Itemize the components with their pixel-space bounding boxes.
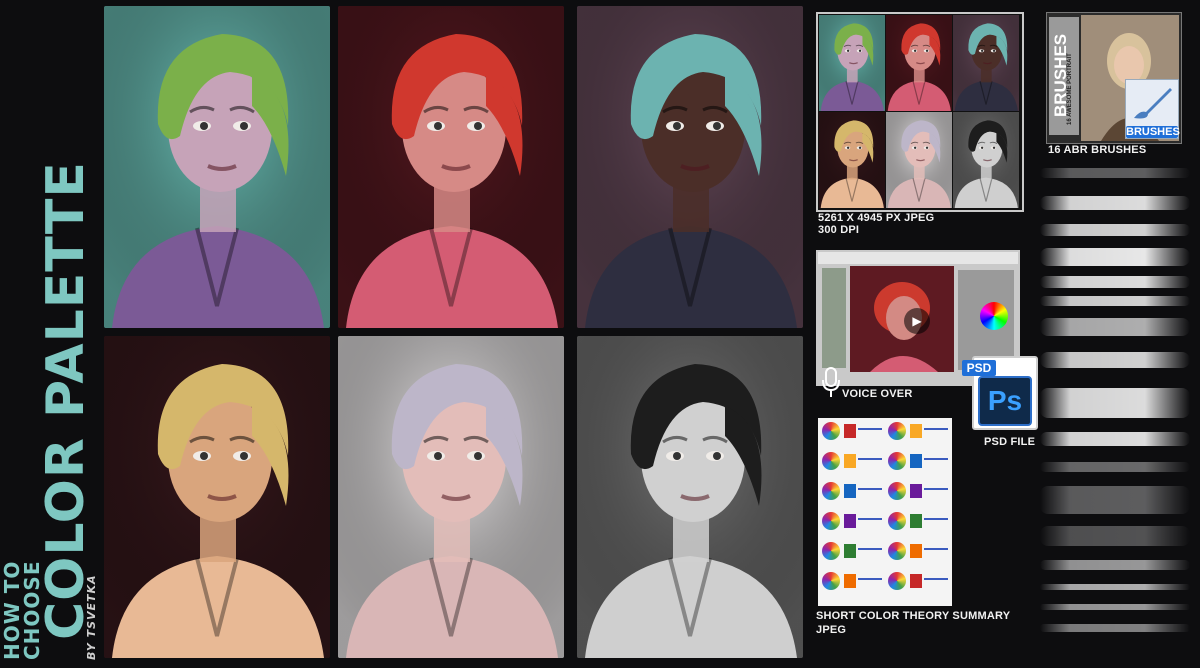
thumbnail-bw-hair xyxy=(953,112,1019,208)
portrait-green-hair xyxy=(104,6,330,328)
summary-caption-2: JPEG xyxy=(816,624,847,636)
thumbnail-red-hair xyxy=(886,15,952,111)
brushes-tag: BRUSHES xyxy=(1126,126,1180,138)
thumbnail-silver-hair xyxy=(886,112,952,208)
summary-note-line xyxy=(924,488,948,490)
brush-stroke-sample xyxy=(1040,224,1190,236)
portrait-bw-hair xyxy=(577,336,803,658)
summary-note-line xyxy=(858,488,882,490)
summary-note-line xyxy=(924,548,948,550)
color-swatch xyxy=(910,484,922,498)
summary-note-line xyxy=(858,578,882,580)
brush-stroke-sample xyxy=(1040,276,1190,288)
color-swatch xyxy=(844,454,856,468)
thumbnail-caption-2: 300 DPI xyxy=(818,224,860,236)
summary-note-line xyxy=(924,578,948,580)
color-swatch xyxy=(844,424,856,438)
brush-stroke-sample xyxy=(1040,318,1190,336)
thumbnail-grid-preview xyxy=(816,12,1024,212)
color-swatch xyxy=(844,574,856,588)
brush-stroke-sample xyxy=(1040,168,1190,178)
title-how-to: HOW TO xyxy=(0,560,24,660)
brush-stroke-sample xyxy=(1040,486,1190,514)
psd-tag: PSD xyxy=(962,360,996,376)
brush-stroke-sample xyxy=(1040,584,1190,590)
brush-stroke-sample xyxy=(1040,388,1190,418)
color-swatch xyxy=(844,544,856,558)
portrait-blonde-hair xyxy=(104,336,330,658)
portrait-silver-hair xyxy=(338,336,564,658)
color-theory-summary xyxy=(818,418,952,606)
thumbnail-green-hair xyxy=(819,15,885,111)
color-wheel-icon xyxy=(822,452,840,470)
summary-note-line xyxy=(924,428,948,430)
brushes-box-small-text: 16 AWESOME PORTRAIT xyxy=(1067,53,1073,125)
color-wheel-icon xyxy=(888,572,906,590)
color-wheel-icon xyxy=(822,422,840,440)
color-wheel-icon xyxy=(822,482,840,500)
color-wheel-icon xyxy=(822,572,840,590)
brushes-box-art: BRUSHES 16 AWESOME PORTRAIT BRUSHES xyxy=(1046,12,1182,144)
title-column: HOW TO CHOOSE COLOR PALETTE BY TSVETKA xyxy=(0,0,100,668)
color-swatch xyxy=(844,484,856,498)
video-toolbar xyxy=(818,252,1018,264)
color-swatch xyxy=(910,514,922,528)
summary-caption-1: SHORT COLOR THEORY SUMMARY xyxy=(816,610,1011,622)
thumbnail-blonde-hair xyxy=(819,112,885,208)
color-wheel-icon xyxy=(822,542,840,560)
psd-file-icon: Ps PSD xyxy=(962,356,1038,430)
video-caption: VOICE OVER xyxy=(842,388,913,400)
color-wheel-icon xyxy=(888,452,906,470)
brush-stroke-sample xyxy=(1040,352,1190,368)
brush-stroke-sample xyxy=(1040,560,1190,570)
brush-stroke-sample xyxy=(1040,526,1190,546)
color-wheel-icon xyxy=(888,422,906,440)
microphone-icon xyxy=(820,366,842,400)
color-swatch xyxy=(844,514,856,528)
color-swatch xyxy=(910,454,922,468)
brush-stroke-sample xyxy=(1040,248,1190,266)
summary-note-line xyxy=(924,518,948,520)
summary-note-line xyxy=(858,548,882,550)
ps-logo: Ps xyxy=(978,376,1032,426)
brush-stroke-sample xyxy=(1040,462,1190,472)
play-icon[interactable]: ▶ xyxy=(904,308,930,334)
summary-note-line xyxy=(924,458,948,460)
brush-stroke-sample xyxy=(1040,196,1190,210)
brush-stroke-sample xyxy=(1040,604,1190,610)
video-left-panel xyxy=(822,268,846,368)
color-wheel-icon xyxy=(980,302,1008,330)
psd-caption: PSD FILE xyxy=(984,436,1036,448)
video-frame-portrait xyxy=(850,266,954,372)
title-color-palette: COLOR PALETTE xyxy=(36,161,96,640)
color-wheel-icon xyxy=(888,542,906,560)
color-swatch xyxy=(910,544,922,558)
summary-note-line xyxy=(858,518,882,520)
portrait-red-hair xyxy=(338,6,564,328)
brush-icon: BRUSHES xyxy=(1125,79,1180,139)
title-byline: BY TSVETKA xyxy=(85,574,98,660)
thumbnail-caption-1: 5261 X 4945 PX JPEG xyxy=(818,212,935,224)
color-swatch xyxy=(910,424,922,438)
color-swatch xyxy=(910,574,922,588)
summary-note-line xyxy=(858,458,882,460)
color-wheel-icon xyxy=(888,512,906,530)
color-wheel-icon xyxy=(822,512,840,530)
color-wheel-icon xyxy=(888,482,906,500)
summary-note-line xyxy=(858,428,882,430)
brushes-caption: 16 ABR BRUSHES xyxy=(1048,144,1147,156)
brush-stroke-sample xyxy=(1040,432,1190,446)
brush-stroke-sample xyxy=(1040,296,1190,306)
brush-stroke-sample xyxy=(1040,624,1190,632)
thumbnail-teal-hair xyxy=(953,15,1019,111)
portrait-teal-hair xyxy=(577,6,803,328)
